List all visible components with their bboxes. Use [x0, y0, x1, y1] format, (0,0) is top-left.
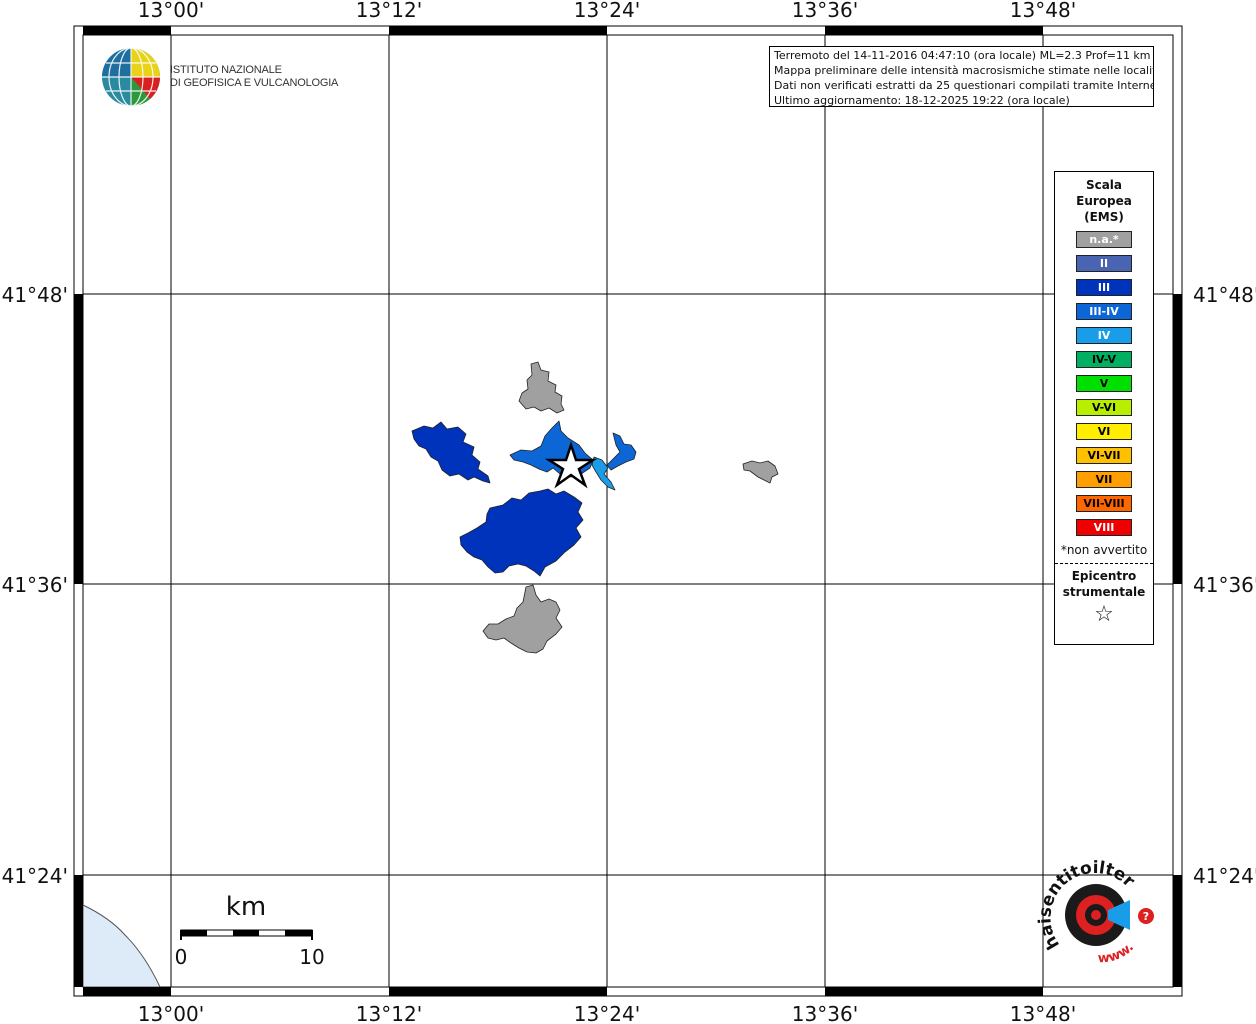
info-line-event: Terremoto del 14-11-2016 04:47:10 (ora l… [774, 49, 1151, 62]
lon-label: 13°36' [792, 1002, 858, 1024]
lon-label: 13°48' [1010, 1002, 1076, 1024]
legend-swatch: IV [1076, 327, 1132, 344]
lat-label: 41°36' [1193, 573, 1256, 597]
legend-swatch: VII [1076, 471, 1132, 488]
legend-swatch: VI [1076, 423, 1132, 440]
legend-swatch: III [1076, 279, 1132, 296]
lat-label: 41°36' [2, 573, 68, 597]
scale-bar-start: 0 [175, 945, 188, 969]
lat-labels-left: 41°48' 41°36' 41°24' [2, 283, 68, 888]
ingv-logo-icon [102, 47, 161, 107]
lat-label: 41°48' [2, 283, 68, 307]
ems-legend: Scala Europea (EMS) n.a.* II III III-IV IV IV… [1054, 171, 1154, 645]
scale-bar-end: 10 [299, 945, 324, 969]
lon-label: 13°24' [574, 1002, 640, 1024]
map-frame [73, 25, 1183, 997]
legend-swatch: V-VI [1076, 399, 1132, 416]
legend-title: Scala Europea (EMS) [1076, 178, 1132, 224]
lon-label: 13°12' [356, 1002, 422, 1024]
lat-label: 41°48' [1193, 283, 1256, 307]
ingv-logo-text: ISTITUTO NAZIONALE DI GEOFISICA E VULCAN… [170, 64, 338, 90]
lon-label: 13°36' [792, 0, 858, 22]
info-line-updated: Ultimo aggiornamento: 18-12-2025 19:22 (… [774, 94, 1070, 107]
legend-swatch: III-IV [1076, 303, 1132, 320]
info-line-description: Mappa preliminare delle intensità macros… [774, 64, 1154, 77]
lon-labels-top: 13°00' 13°12' 13°24' 13°36' 13°48' [138, 0, 1076, 22]
ingv-name-line2: DI GEOFISICA E VULCANOLOGIA [170, 77, 339, 89]
legend-epicenter-label: Epicentro strumentale [1062, 569, 1146, 599]
legend-swatch: VII-VIII [1076, 495, 1132, 512]
lon-label: 13°48' [1010, 0, 1076, 22]
scale-bar-unit: km [226, 892, 266, 922]
legend-swatches: n.a.* II III III-IV IV IV-V V V-VI VI VI-VII VII VI… [1055, 231, 1153, 536]
legend-star-icon: ☆ [1094, 602, 1114, 627]
legend-swatch: VIII [1076, 519, 1132, 536]
lon-labels-bottom: 13°00' 13°12' 13°24' 13°36' 13°48' [138, 1002, 1076, 1024]
legend-swatch: V [1076, 375, 1132, 392]
svg-text:?: ? [1143, 910, 1149, 923]
legend-swatch: VI-VII [1076, 447, 1132, 464]
lat-label: 41°24' [1193, 864, 1256, 888]
legend-swatch: n.a.* [1076, 231, 1132, 248]
lon-label: 13°24' [574, 0, 640, 22]
lat-labels-right: 41°48' 41°36' 41°24' [1193, 283, 1256, 888]
ingv-name-line1: ISTITUTO NAZIONALE [170, 64, 282, 76]
legend-swatch: II [1076, 255, 1132, 272]
legend-note: *non avvertito [1060, 543, 1148, 557]
legend-swatch: IV-V [1076, 351, 1132, 368]
lon-label: 13°00' [138, 1002, 204, 1024]
lat-label: 41°24' [2, 864, 68, 888]
info-line-source: Dati non verificati estratti da 25 quest… [774, 79, 1154, 92]
lon-label: 13°00' [138, 0, 204, 22]
earthquake-info-box: Terremoto del 14-11-2016 04:47:10 (ora l… [769, 46, 1154, 107]
legend-divider [1055, 563, 1153, 564]
lon-label: 13°12' [356, 0, 422, 22]
